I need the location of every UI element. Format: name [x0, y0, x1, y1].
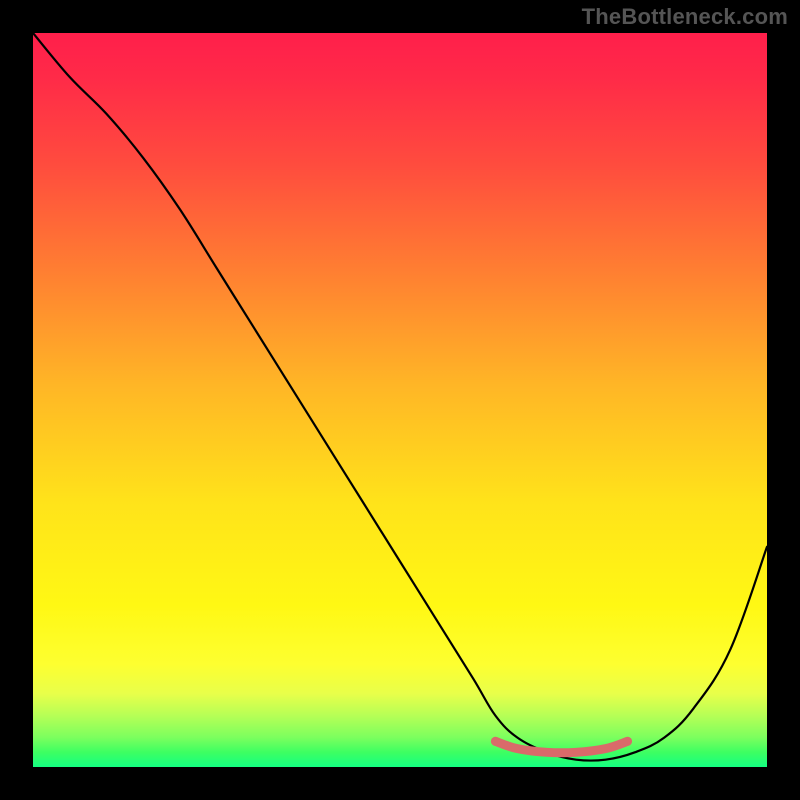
plot-area [33, 33, 767, 767]
bottleneck-curve [33, 33, 767, 761]
chart-svg [33, 33, 767, 767]
optimal-band-marker [495, 741, 627, 753]
watermark-text: TheBottleneck.com [582, 4, 788, 30]
chart-container: TheBottleneck.com [0, 0, 800, 800]
